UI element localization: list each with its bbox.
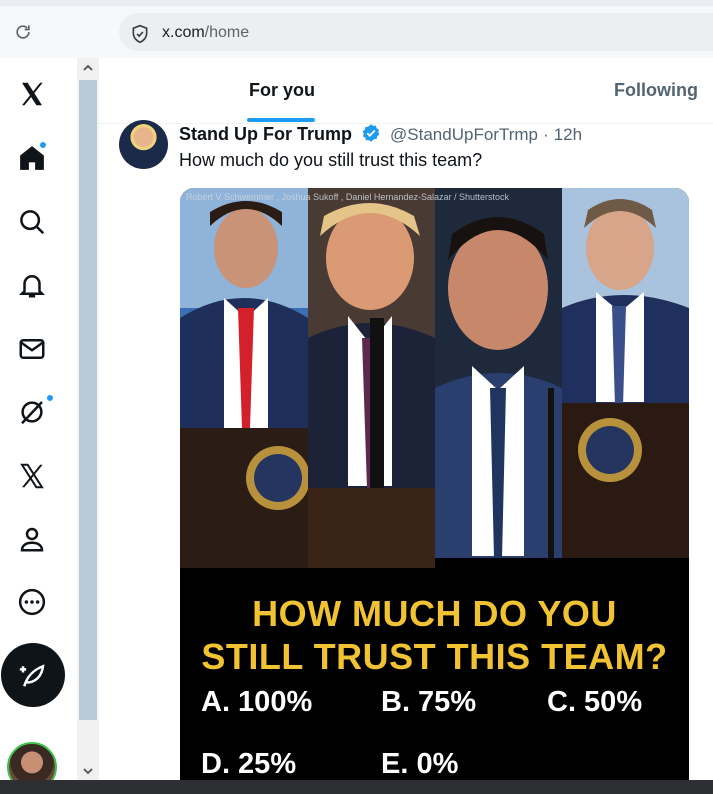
site-security-icon[interactable] bbox=[130, 24, 150, 44]
grok-badge-dot bbox=[46, 394, 54, 402]
post-button[interactable] bbox=[1, 643, 65, 707]
tweet-author-avatar[interactable] bbox=[119, 120, 168, 169]
poll-option-d: D. 25% bbox=[201, 748, 297, 780]
tab-for-you[interactable]: For you bbox=[249, 80, 315, 101]
header-separator: · bbox=[543, 125, 549, 144]
scroll-up-arrow-icon[interactable] bbox=[81, 61, 95, 75]
poll-question-line2: STILL TRUST THIS TEAM? bbox=[201, 636, 668, 677]
reload-icon[interactable] bbox=[13, 22, 33, 42]
verified-badge-icon[interactable] bbox=[361, 123, 381, 143]
poll-option-c: C. 50% bbox=[547, 686, 643, 718]
os-taskbar bbox=[0, 780, 713, 794]
team-photo-collage bbox=[180, 188, 689, 568]
messages-icon[interactable] bbox=[12, 329, 52, 369]
url-text[interactable]: x.com/home bbox=[162, 24, 249, 42]
premium-x-icon[interactable] bbox=[12, 456, 52, 496]
profile-icon[interactable] bbox=[12, 519, 52, 559]
poll-option-e: E. 0% bbox=[381, 748, 459, 780]
tweet-header: Stand Up For Trump @StandUpForTrmp · 12h bbox=[179, 123, 582, 145]
scroll-down-arrow-icon[interactable] bbox=[81, 764, 95, 778]
home-icon[interactable] bbox=[12, 138, 52, 178]
scrollbar-thumb[interactable] bbox=[79, 80, 97, 720]
url-path: /home bbox=[204, 24, 250, 41]
poll-option-a: A. 100% bbox=[201, 686, 313, 718]
url-host: x.com bbox=[162, 24, 205, 41]
notifications-icon[interactable] bbox=[12, 265, 52, 305]
tweet-media-image[interactable]: Robert V Schwemmer , Joshua Sukoff , Dan… bbox=[180, 188, 689, 788]
tweet-timestamp[interactable]: 12h bbox=[554, 125, 582, 144]
grok-icon[interactable] bbox=[12, 392, 54, 432]
home-timeline: For you Following Stand Up For Trump @St… bbox=[99, 58, 713, 788]
timeline-tabs: For you Following bbox=[99, 58, 713, 124]
poll-question: HOW MUCH DO YOU STILL TRUST THIS TEAM? bbox=[180, 592, 689, 678]
photo-credit: Robert V Schwemmer , Joshua Sukoff , Dan… bbox=[186, 192, 509, 202]
browser-toolbar: x.com/home bbox=[0, 0, 713, 58]
sidebar-nav bbox=[0, 58, 77, 792]
active-tab-indicator bbox=[247, 118, 315, 122]
home-badge-dot bbox=[39, 141, 47, 149]
poll-question-line1: HOW MUCH DO YOU bbox=[252, 593, 617, 634]
x-logo-icon[interactable] bbox=[12, 74, 52, 114]
tab-following[interactable]: Following bbox=[614, 80, 698, 101]
tweet-text: How much do you still trust this team? bbox=[179, 150, 483, 170]
search-icon[interactable] bbox=[12, 202, 52, 242]
more-icon[interactable] bbox=[12, 582, 52, 622]
poll-option-b: B. 75% bbox=[381, 686, 477, 718]
tweet-author-handle[interactable]: @StandUpForTrmp bbox=[390, 125, 538, 144]
tweet-author-name[interactable]: Stand Up For Trump bbox=[179, 124, 352, 144]
compose-feather-icon bbox=[19, 664, 45, 687]
